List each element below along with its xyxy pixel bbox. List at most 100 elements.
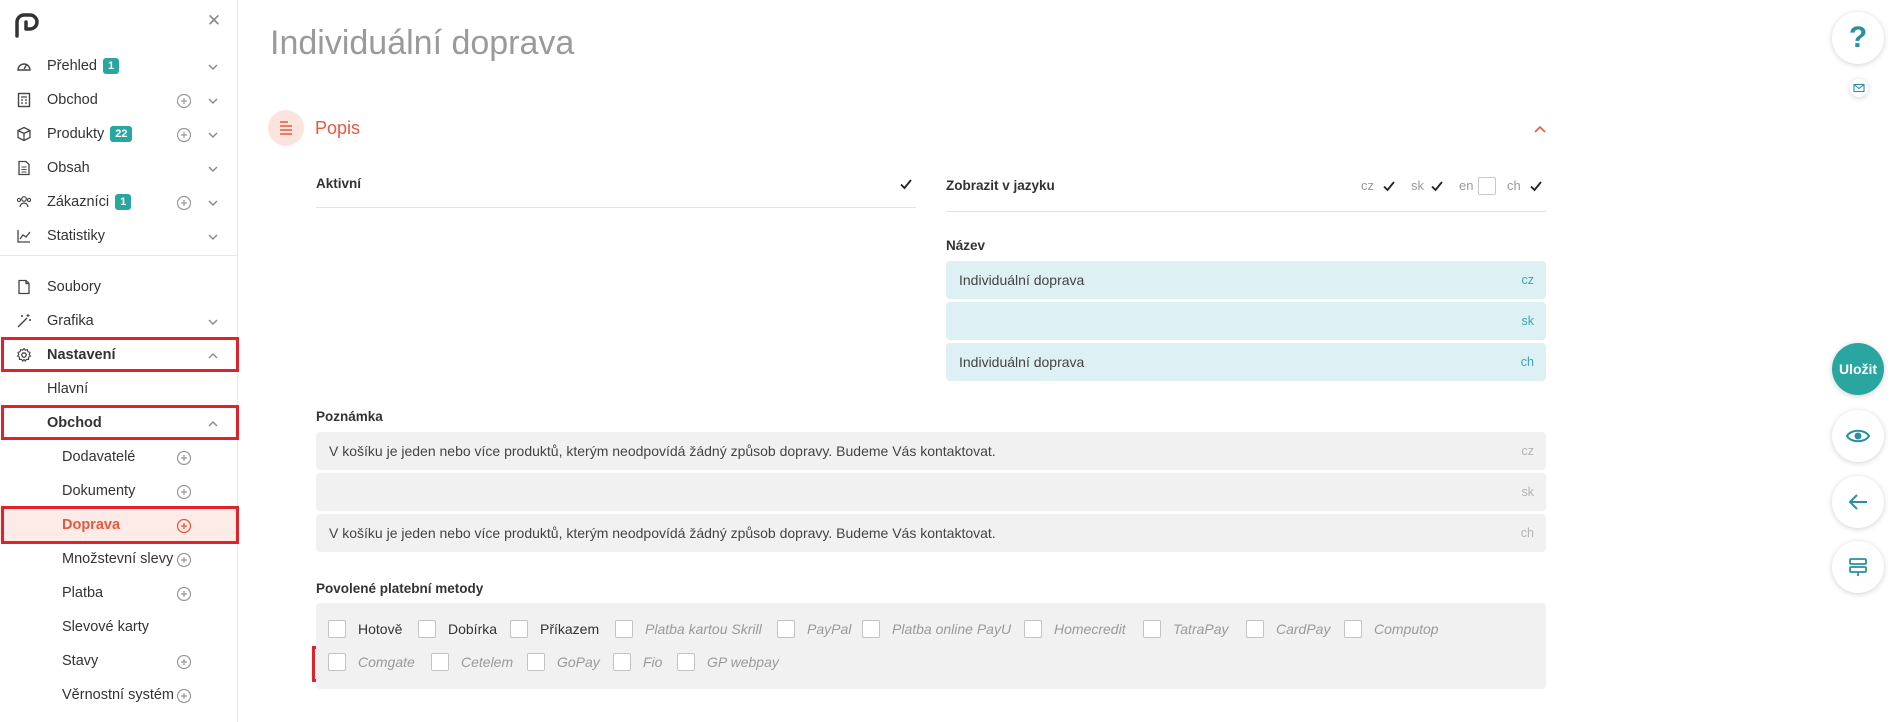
payment-method-cetelem[interactable]: Cetelem: [431, 651, 513, 673]
payment-method-cardpay[interactable]: CardPay: [1246, 618, 1330, 640]
payment-method-gopay[interactable]: GoPay: [527, 651, 600, 673]
sidebar-item-vernostni-system[interactable]: Věrnostní systém: [0, 678, 238, 712]
sidebar-item-slevove-karty[interactable]: Slevové karty: [0, 610, 238, 644]
checkbox[interactable]: [418, 620, 436, 638]
sidebar-item-label: Platba: [62, 585, 104, 601]
sidebar-item-soubory[interactable]: Soubory: [0, 270, 238, 304]
text-align-icon: [280, 121, 292, 135]
chevron-down-icon[interactable]: [206, 128, 220, 142]
payment-method-gpwebpay[interactable]: GP webpay: [677, 651, 779, 673]
sidebar-item-nastaveni-obchod[interactable]: Obchod: [0, 406, 238, 440]
chevron-down-icon[interactable]: [206, 196, 220, 210]
preview-button[interactable]: [1832, 410, 1884, 462]
lang-checkbox-ch[interactable]: [1527, 177, 1545, 195]
mail-button[interactable]: [1850, 79, 1868, 97]
sidebar-item-nastaveni[interactable]: Nastavení: [0, 338, 238, 372]
payment-method-prikazem[interactable]: Příkazem: [510, 618, 599, 640]
payment-method-tatrapay[interactable]: TatraPay: [1143, 618, 1229, 640]
checkbox[interactable]: [1024, 620, 1042, 638]
payment-method-computop[interactable]: Computop: [1344, 618, 1439, 640]
chevron-up-icon[interactable]: [206, 349, 220, 363]
sidebar-item-stavy[interactable]: Stavy: [0, 644, 238, 678]
sidebar-item-statistiky[interactable]: Statistiky: [0, 219, 238, 253]
note-label: Poznámka: [316, 409, 383, 424]
save-button[interactable]: Uložit: [1832, 343, 1884, 395]
add-circle-icon[interactable]: [176, 586, 192, 602]
sidebar-item-dodavatele[interactable]: Dodavatelé: [0, 440, 238, 474]
add-circle-icon[interactable]: [176, 127, 192, 143]
payment-method-fio[interactable]: Fio: [613, 651, 662, 673]
note-input-ch[interactable]: V košíku je jeden nebo více produktů, kt…: [316, 514, 1546, 552]
sidebar-item-hlavni[interactable]: Hlavní: [0, 372, 238, 406]
logo-icon[interactable]: [14, 12, 44, 38]
add-circle-icon[interactable]: [176, 688, 192, 704]
layout-button[interactable]: [1832, 541, 1884, 593]
sidebar-item-obchod[interactable]: Obchod: [0, 83, 238, 117]
payment-method-dobirka[interactable]: Dobírka: [418, 618, 497, 640]
chevron-down-icon[interactable]: [206, 315, 220, 329]
sidebar-item-platba[interactable]: Platba: [0, 576, 238, 610]
checkbox[interactable]: [510, 620, 528, 638]
payment-method-skrill[interactable]: Platba kartou Skrill: [615, 618, 762, 640]
checkbox[interactable]: [328, 653, 346, 671]
chevron-up-icon[interactable]: [1532, 121, 1548, 137]
chevron-down-icon[interactable]: [206, 60, 220, 74]
sidebar-item-prehled[interactable]: Přehled 1: [0, 49, 238, 83]
close-icon[interactable]: ✕: [206, 12, 222, 29]
eye-icon: [1845, 429, 1871, 443]
arrow-left-icon: [1848, 494, 1867, 510]
sidebar-item-produkty[interactable]: Produkty 22: [0, 117, 238, 151]
lang-tag: cz: [1521, 444, 1535, 458]
name-input-ch[interactable]: Individuální doprava ch: [946, 343, 1546, 381]
add-circle-icon[interactable]: [176, 195, 192, 211]
sidebar-item-obsah[interactable]: Obsah: [0, 151, 238, 185]
lang-checkbox-en[interactable]: [1478, 177, 1496, 195]
mail-icon: [1853, 83, 1865, 93]
checkbox[interactable]: [613, 653, 631, 671]
help-button[interactable]: ?: [1832, 12, 1884, 64]
add-circle-icon[interactable]: [176, 518, 192, 534]
chevron-down-icon[interactable]: [206, 162, 220, 176]
sidebar-item-label: Obchod: [47, 415, 102, 431]
checkbox[interactable]: [862, 620, 880, 638]
checkbox[interactable]: [1246, 620, 1264, 638]
payment-method-hotove[interactable]: Hotově: [328, 618, 402, 640]
checkbox[interactable]: [431, 653, 449, 671]
payment-method-comgate[interactable]: Comgate: [328, 651, 415, 673]
sidebar-item-dokumenty[interactable]: Dokumenty: [0, 474, 238, 508]
add-circle-icon[interactable]: [176, 93, 192, 109]
name-input-cz[interactable]: Individuální doprava cz: [946, 261, 1546, 299]
lang-checkbox-cz[interactable]: [1380, 177, 1398, 195]
chevron-down-icon[interactable]: [206, 94, 220, 108]
sidebar-item-zakaznici[interactable]: Zákazníci 1: [0, 185, 238, 219]
chevron-down-icon[interactable]: [206, 230, 220, 244]
checkmark-icon: [1530, 181, 1542, 192]
checkbox[interactable]: [328, 620, 346, 638]
lang-checkbox-sk[interactable]: [1428, 177, 1446, 195]
sidebar-item-doprava[interactable]: Doprava: [0, 508, 238, 542]
sidebar-item-grafika[interactable]: Grafika: [0, 304, 238, 338]
checkbox[interactable]: [1143, 620, 1161, 638]
checkbox[interactable]: [1344, 620, 1362, 638]
add-circle-icon[interactable]: [176, 484, 192, 500]
sidebar-item-label: Věrnostní systém: [62, 687, 175, 703]
add-circle-icon[interactable]: [176, 654, 192, 670]
checkbox[interactable]: [527, 653, 545, 671]
checkbox[interactable]: [677, 653, 695, 671]
sidebar-item-label: Přehled: [47, 58, 97, 74]
payment-method-paypal[interactable]: PayPal: [777, 618, 851, 640]
note-input-sk[interactable]: sk: [316, 473, 1546, 511]
add-circle-icon[interactable]: [176, 450, 192, 466]
chevron-up-icon[interactable]: [206, 417, 220, 431]
active-checkbox[interactable]: [897, 175, 915, 193]
payment-method-payu[interactable]: Platba online PayU: [862, 618, 1011, 640]
payment-method-homecredit[interactable]: Homecredit: [1024, 618, 1126, 640]
back-button[interactable]: [1832, 476, 1884, 528]
name-input-sk[interactable]: sk: [946, 302, 1546, 340]
payment-method-label: Cetelem: [461, 654, 514, 670]
checkbox[interactable]: [777, 620, 795, 638]
note-input-cz[interactable]: V košíku je jeden nebo více produktů, kt…: [316, 432, 1546, 470]
sidebar-item-mnozstevni-slevy[interactable]: Množstevní slevy: [0, 542, 238, 576]
add-circle-icon[interactable]: [176, 552, 192, 568]
checkbox[interactable]: [615, 620, 633, 638]
